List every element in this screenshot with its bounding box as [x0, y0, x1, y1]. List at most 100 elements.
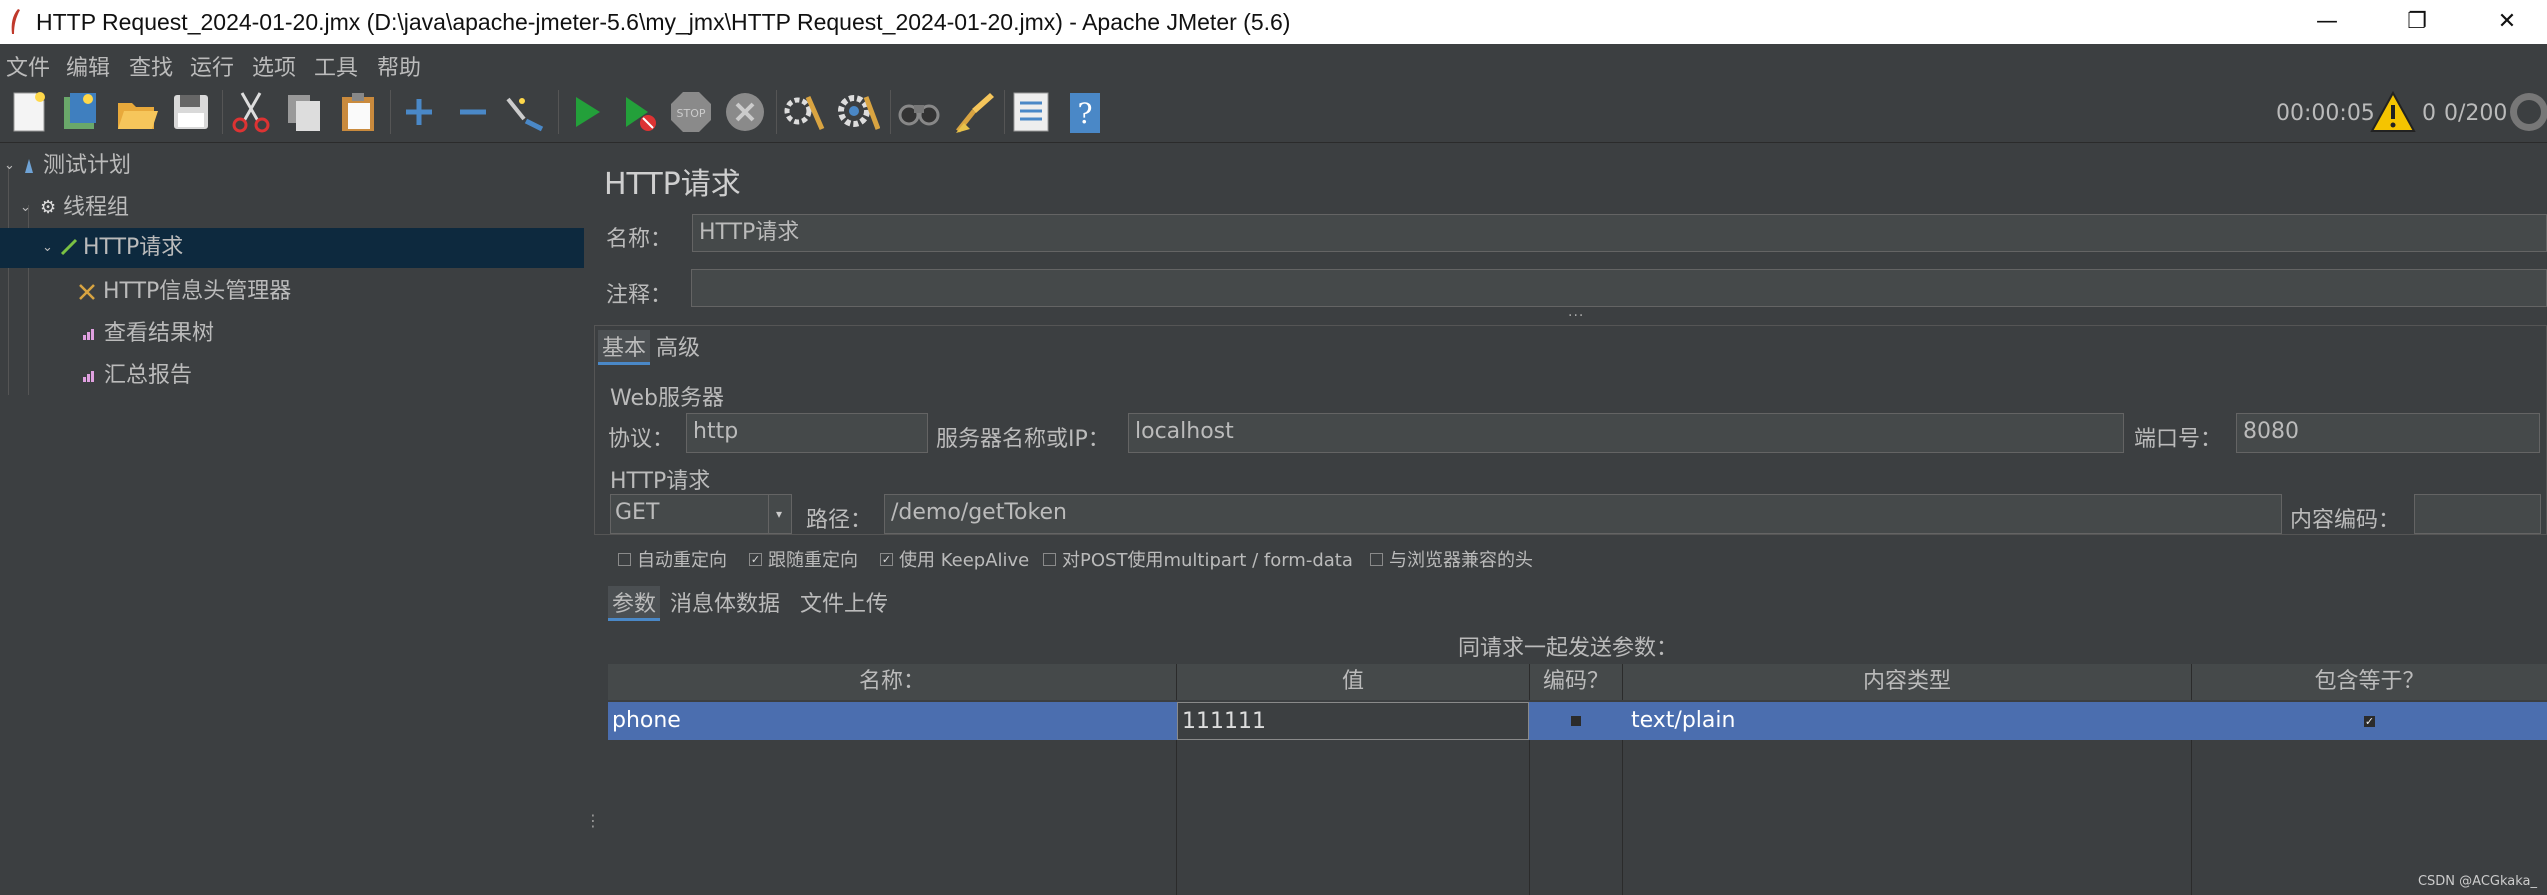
chevron-down-icon[interactable]: ▾: [768, 495, 789, 533]
split-pane-divider[interactable]: ⋮: [584, 143, 601, 895]
header-manager-icon: [79, 284, 95, 300]
method-select[interactable]: GET ▾: [610, 494, 792, 534]
toolbar-separator: [390, 90, 391, 134]
new-icon[interactable]: [6, 89, 52, 135]
clear-icon[interactable]: [780, 89, 826, 135]
menu-tools[interactable]: 工具: [314, 50, 358, 82]
column-header-content-type[interactable]: 内容类型: [1623, 664, 2192, 700]
chevron-down-icon[interactable]: ⌄: [42, 228, 53, 268]
follow-redirects-checkbox[interactable]: ✓ 跟随重定向: [749, 546, 858, 572]
content-encoding-label: 内容编码：: [2290, 508, 2401, 533]
tree-node-test-plan[interactable]: ⌄ 测试计划: [0, 146, 584, 186]
chevron-down-icon[interactable]: ⌄: [20, 188, 31, 228]
checkmark-icon[interactable]: ✓: [749, 552, 762, 566]
column-header-include-equals[interactable]: 包含等于？: [2192, 664, 2547, 700]
menu-edit[interactable]: 编辑: [66, 50, 110, 82]
column-header-name[interactable]: 名称：: [608, 664, 1177, 700]
name-input[interactable]: HTTP请求: [692, 214, 2547, 252]
column-header-encode[interactable]: 编码？: [1530, 664, 1623, 700]
path-input[interactable]: /demo/getToken: [884, 494, 2282, 534]
param-encode-cell[interactable]: [1530, 702, 1622, 740]
checkmark-icon[interactable]: ✓: [880, 552, 893, 566]
tree-node-view-results-tree[interactable]: 查看结果树: [0, 314, 584, 354]
tree-node-label: 汇总报告: [104, 363, 193, 388]
comment-label: 注释：: [606, 283, 673, 308]
toolbar-separator: [776, 90, 777, 134]
tree-node-header-manager[interactable]: HTTP信息头管理器: [0, 272, 584, 312]
tree-node-summary-report[interactable]: 汇总报告: [0, 356, 584, 396]
clear-all-icon[interactable]: [834, 89, 880, 135]
menu-file[interactable]: 文件: [6, 50, 50, 82]
tree-node-label: 线程组: [63, 195, 130, 220]
checkbox-label: 自动重定向: [637, 550, 727, 571]
menu-help[interactable]: 帮助: [377, 50, 421, 82]
copy-icon[interactable]: [282, 89, 328, 135]
server-name-label: 服务器名称或IP：: [936, 427, 1110, 452]
tree-node-thread-group[interactable]: ⌄ ⚙ 线程组: [0, 188, 584, 228]
checkmark-icon[interactable]: ✓: [2364, 715, 2375, 727]
menu-run[interactable]: 运行: [190, 50, 234, 82]
multipart-checkbox[interactable]: 对POST使用multipart / form-data: [1043, 546, 1353, 572]
reset-search-icon[interactable]: [950, 89, 996, 135]
menu-options[interactable]: 选项: [252, 50, 296, 82]
tab-parameters[interactable]: 参数: [608, 586, 661, 621]
port-input[interactable]: 8080: [2236, 413, 2540, 453]
tree-node-http-request[interactable]: ⌄ HTTP请求: [0, 228, 584, 268]
warning-icon[interactable]: [2370, 89, 2416, 135]
toolbar-separator: [222, 90, 223, 134]
checkbox-label: 跟随重定向: [768, 550, 858, 571]
shutdown-icon[interactable]: [722, 89, 768, 135]
server-name-input[interactable]: localhost: [1128, 413, 2124, 453]
toggle-icon[interactable]: [502, 89, 548, 135]
page-title: HTTP请求: [604, 167, 741, 202]
open-icon[interactable]: [114, 89, 160, 135]
param-name-cell[interactable]: phone: [608, 702, 1176, 740]
window-title: HTTP Request_2024-01-20.jmx (D:\java\apa…: [36, 9, 1291, 35]
paste-icon[interactable]: [336, 89, 382, 135]
name-label: 名称：: [606, 227, 673, 252]
param-value-cell[interactable]: 111111: [1177, 702, 1529, 740]
checkbox-box[interactable]: [1571, 716, 1581, 726]
param-content-type-cell[interactable]: text/plain: [1623, 702, 2191, 740]
search-icon[interactable]: [896, 89, 942, 135]
parameters-table: 名称： 值 编码？ 内容类型 包含等于？ phone 111111 text/p…: [608, 664, 2547, 895]
toolbar-separator: [1004, 90, 1005, 134]
menu-bar: 文件 编辑 查找 运行 选项 工具 帮助: [0, 44, 2547, 84]
comment-input[interactable]: [691, 269, 2547, 307]
tab-basic[interactable]: 基本: [598, 330, 651, 365]
start-icon[interactable]: [564, 89, 610, 135]
thread-group-icon: ⚙: [40, 197, 57, 218]
param-include-equals-cell[interactable]: ✓: [2192, 702, 2547, 740]
column-header-value[interactable]: 值: [1177, 664, 1530, 700]
keepalive-checkbox[interactable]: ✓ 使用 KeepAlive: [880, 546, 1029, 572]
tab-body-data[interactable]: 消息体数据: [666, 586, 784, 618]
comment-resize-handle[interactable]: ···: [1568, 308, 1584, 324]
tree-node-label: HTTP请求: [83, 235, 184, 260]
auto-redirect-checkbox[interactable]: 自动重定向: [618, 546, 727, 572]
checkbox-box[interactable]: [1370, 552, 1383, 566]
content-encoding-input[interactable]: [2414, 494, 2541, 534]
checkbox-box[interactable]: [1043, 552, 1056, 566]
close-button[interactable]: ✕: [2462, 0, 2547, 44]
checkbox-label: 对POST使用multipart / form-data: [1062, 550, 1353, 571]
title-bar: HTTP Request_2024-01-20.jmx (D:\java\apa…: [0, 0, 2547, 44]
maximize-button[interactable]: ❐: [2372, 0, 2462, 44]
stop-icon[interactable]: STOP: [668, 89, 714, 135]
templates-icon[interactable]: [58, 89, 104, 135]
expand-icon[interactable]: [396, 89, 442, 135]
tab-file-upload[interactable]: 文件上传: [796, 586, 892, 618]
tab-advanced[interactable]: 高级: [652, 330, 704, 362]
chevron-down-icon[interactable]: ⌄: [4, 146, 15, 186]
minimize-button[interactable]: —: [2282, 0, 2372, 44]
collapse-icon[interactable]: [450, 89, 496, 135]
save-icon[interactable]: [168, 89, 214, 135]
browser-headers-checkbox[interactable]: 与浏览器兼容的头: [1370, 546, 1533, 572]
checkbox-box[interactable]: [618, 552, 631, 566]
help-icon[interactable]: ?: [1062, 89, 1108, 135]
http-request-group-title: HTTP请求: [610, 469, 711, 494]
cut-icon[interactable]: [228, 89, 274, 135]
function-helper-icon[interactable]: [1008, 89, 1054, 135]
menu-search[interactable]: 查找: [129, 50, 173, 82]
protocol-input[interactable]: http: [686, 413, 928, 453]
start-no-pause-icon[interactable]: [616, 89, 662, 135]
